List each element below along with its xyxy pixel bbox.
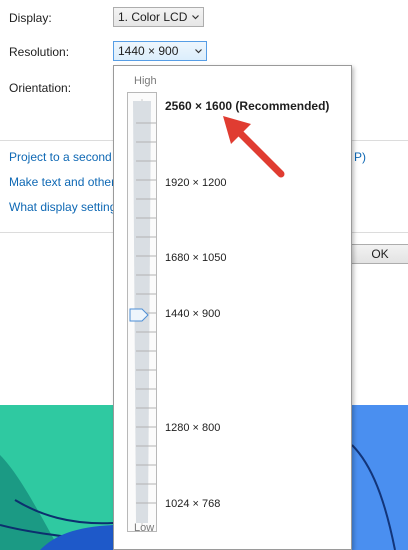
resolution-dropdown-value: 1440 × 900 [118,44,179,58]
resolution-option[interactable]: 1280 × 800 [165,422,220,434]
resolution-slider-track[interactable] [127,92,157,532]
resolution-option[interactable]: 1024 × 768 [165,498,220,510]
low-label: Low [134,522,155,534]
project-link[interactable]: Project to a second [9,150,112,164]
orientation-label: Orientation: [9,81,72,95]
resolution-dropdown[interactable]: 1440 × 900 [113,41,207,61]
resolution-label: Resolution: [9,45,70,59]
resolution-option[interactable]: 2560 × 1600 (Recommended) [165,99,329,113]
high-label: High [134,75,157,87]
resolution-option-selected[interactable]: 1440 × 900 [165,308,220,320]
display-label: Display: [9,11,52,25]
display-dropdown[interactable]: 1. Color LCD [113,7,204,27]
make-text-link[interactable]: Make text and other [9,175,115,189]
resolution-option[interactable]: 1680 × 1050 [165,252,226,264]
display-dropdown-value: 1. Color LCD [118,10,188,24]
project-link-suffix[interactable]: P) [354,150,366,164]
slider-thumb[interactable] [129,308,149,322]
ok-button[interactable]: OK [345,244,408,264]
chevron-down-icon [192,15,199,20]
chevron-down-icon [195,49,202,54]
arrow-annotation-icon [223,116,285,178]
display-settings-help-link[interactable]: What display setting [9,200,116,214]
